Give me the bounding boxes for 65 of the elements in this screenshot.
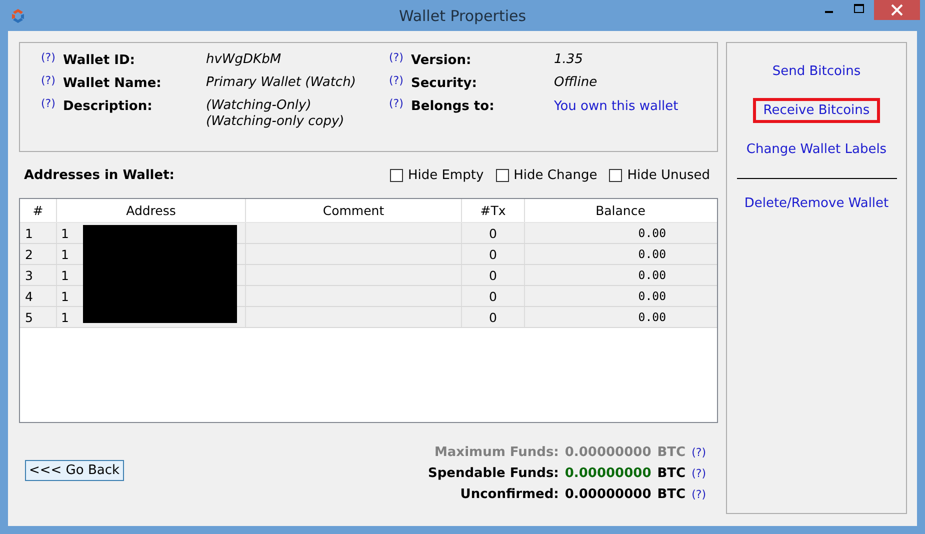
window-title: Wallet Properties	[398, 7, 528, 25]
funds-amount: 0.00000000	[564, 445, 652, 460]
field-label: Wallet ID:	[63, 53, 136, 68]
help-link[interactable]: (?)	[41, 97, 63, 110]
table-cell-text: 0.00	[637, 225, 667, 242]
checkbox[interactable]	[496, 168, 509, 182]
column-header[interactable]: #	[20, 199, 57, 222]
column-header[interactable]: #Tx	[462, 199, 525, 222]
field-label: Wallet Name:	[63, 76, 162, 91]
funds-label: Unconfirmed:	[460, 487, 559, 502]
owner-link[interactable]: You own this wallet	[554, 99, 678, 114]
field-value: (Watching-Only) (Watching-only copy)	[206, 98, 344, 130]
help-link[interactable]: (?)	[692, 446, 706, 459]
table-cell-text: 0.00	[637, 246, 667, 263]
help-link[interactable]: (?)	[41, 51, 63, 64]
field-label: Belongs to:	[411, 99, 496, 114]
checkbox[interactable]	[609, 168, 622, 182]
column-header[interactable]: Balance	[525, 199, 716, 222]
table-cell-text: 0.00	[637, 267, 667, 284]
field-label: Security:	[411, 76, 478, 91]
funds-label: Maximum Funds:	[434, 445, 559, 460]
action-link[interactable]: Send Bitcoins	[762, 59, 871, 84]
table-cell: 2	[20, 244, 57, 264]
table-cell-text: 0.00	[637, 288, 667, 305]
table-cell-text: 0.00	[637, 309, 667, 326]
help-link[interactable]: (?)	[389, 97, 411, 110]
field-label: Description:	[63, 99, 154, 114]
field-label: Version:	[411, 53, 472, 68]
field-value: Offline	[554, 75, 598, 91]
table-cell: 5	[20, 307, 57, 327]
action-link[interactable]: Change Wallet Labels	[736, 137, 897, 162]
currency-unit: BTC	[657, 487, 686, 502]
checkbox[interactable]	[390, 168, 403, 182]
checkbox-label[interactable]: Hide Unused	[627, 168, 710, 182]
help-link[interactable]: (?)	[692, 467, 706, 480]
funds-amount: 0.00000000	[564, 487, 652, 502]
field-value: Primary Wallet (Watch)	[206, 75, 356, 91]
help-link[interactable]: (?)	[389, 74, 411, 87]
go-back-button[interactable]: <<< Go Back	[25, 460, 124, 480]
table-cell: 0	[462, 244, 525, 264]
funds-amount: 0.00000000	[564, 466, 652, 481]
checkbox-label[interactable]: Hide Empty	[408, 168, 484, 182]
table-cell: 3	[20, 265, 57, 285]
help-link[interactable]: (?)	[389, 51, 411, 64]
table-cell: 0	[462, 286, 525, 306]
section-title: Addresses in Wallet:	[24, 168, 174, 182]
field-value: hvWgDKbM	[206, 52, 282, 68]
currency-unit: BTC	[657, 466, 686, 481]
table-cell: 0	[462, 307, 525, 327]
table-cell: 4	[20, 286, 57, 306]
close-icon[interactable]	[874, 0, 920, 20]
help-link[interactable]: (?)	[41, 74, 63, 87]
field-value: 1.35	[554, 52, 583, 68]
action-link[interactable]: Delete/Remove Wallet	[734, 191, 899, 216]
checkbox-label[interactable]: Hide Change	[514, 168, 598, 182]
table-cell: 0	[462, 223, 525, 243]
column-header[interactable]: Comment	[246, 199, 462, 222]
app-logo-icon	[10, 8, 26, 24]
column-header[interactable]: Address	[57, 199, 246, 222]
currency-unit: BTC	[657, 445, 686, 460]
funds-label: Spendable Funds:	[428, 466, 559, 481]
action-link[interactable]: Receive Bitcoins	[753, 98, 880, 123]
help-link[interactable]: (?)	[692, 488, 706, 501]
table-cell: 0	[462, 265, 525, 285]
table-cell: 1	[20, 223, 57, 243]
